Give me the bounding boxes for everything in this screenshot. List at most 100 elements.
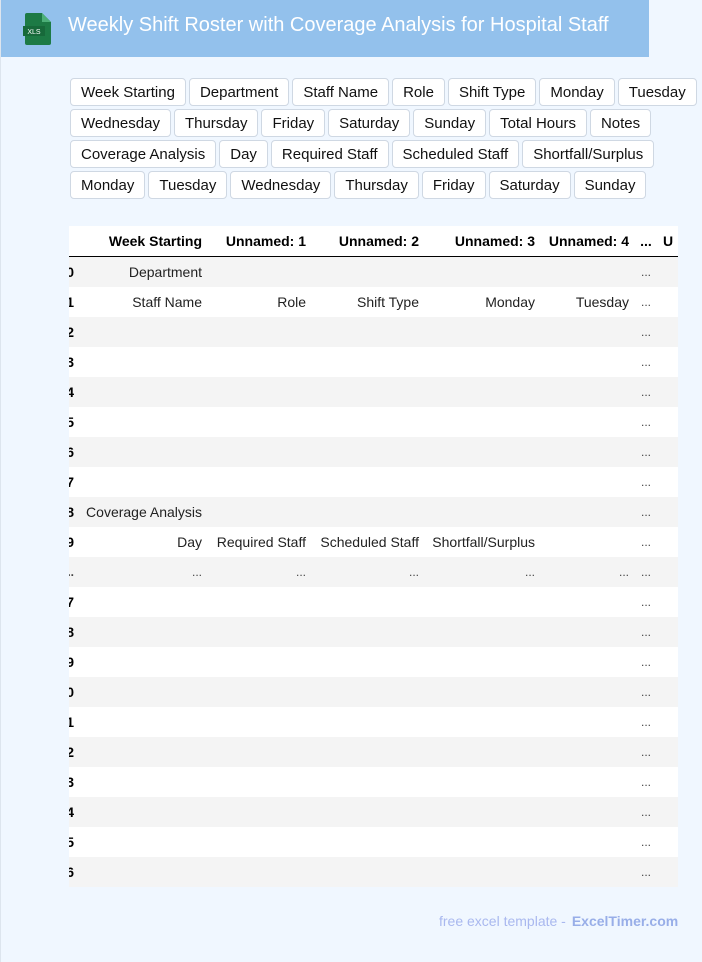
- column-header: Unnamed: 3: [423, 226, 539, 257]
- row-index: 8: [69, 497, 76, 527]
- table-cell: ...: [633, 587, 659, 617]
- footer-brand-link[interactable]: ExcelTimer.com: [572, 913, 678, 929]
- row-index: 19: [69, 647, 76, 677]
- table-cell: ...: [633, 317, 659, 347]
- column-chip[interactable]: Wednesday: [70, 109, 171, 137]
- table-cell: [76, 737, 206, 767]
- table-cell: [206, 497, 310, 527]
- table-cell: [310, 677, 423, 707]
- table-cell: Required Staff: [206, 527, 310, 557]
- column-chip[interactable]: Day: [219, 140, 268, 168]
- table-row: 0Department...: [69, 256, 678, 287]
- table-row: 21...: [69, 707, 678, 737]
- table-cell: [76, 347, 206, 377]
- column-chip[interactable]: Week Starting: [70, 78, 186, 106]
- table-cell: [310, 737, 423, 767]
- column-chip[interactable]: Role: [392, 78, 445, 106]
- table-cell: [539, 256, 633, 287]
- table-cell: [659, 647, 678, 677]
- table-cell: [423, 797, 539, 827]
- table-cell: [76, 617, 206, 647]
- column-chip[interactable]: Total Hours: [489, 109, 587, 137]
- table-cell: [539, 737, 633, 767]
- table-cell: [539, 617, 633, 647]
- table-cell: [206, 677, 310, 707]
- column-chip[interactable]: Friday: [261, 109, 326, 137]
- table-cell: [423, 827, 539, 857]
- table-cell: ...: [633, 677, 659, 707]
- table-cell: [423, 767, 539, 797]
- data-table-container[interactable]: Week Starting Unnamed: 1 Unnamed: 2 Unnamed…: [69, 226, 678, 888]
- table-cell: [423, 347, 539, 377]
- table-cell: [539, 527, 633, 557]
- table-cell: [310, 857, 423, 887]
- table-cell: [76, 827, 206, 857]
- table-cell: ...: [633, 287, 659, 317]
- table-cell: [206, 377, 310, 407]
- table-cell: ...: [76, 557, 206, 587]
- column-chip[interactable]: Notes: [589, 109, 652, 137]
- table-cell: Day: [76, 527, 206, 557]
- column-chip[interactable]: Monday: [70, 171, 146, 199]
- table-cell: [76, 587, 206, 617]
- column-chip[interactable]: Thursday: [173, 109, 259, 137]
- xls-file-icon: XLS: [23, 13, 51, 45]
- table-cell: ...: [633, 527, 659, 557]
- table-row: 5...: [69, 407, 678, 437]
- row-index: 9: [69, 527, 76, 557]
- row-index: 1: [69, 287, 76, 317]
- column-chip[interactable]: Shortfall/Surplus: [522, 140, 655, 168]
- table-cell: [659, 677, 678, 707]
- table-cell: Scheduled Staff: [310, 527, 423, 557]
- column-chip[interactable]: Wednesday: [230, 171, 332, 199]
- column-chip[interactable]: Monday: [539, 78, 615, 106]
- column-chip[interactable]: Tuesday: [148, 171, 228, 199]
- table-cell: Monday: [423, 287, 539, 317]
- column-chip[interactable]: Saturday: [488, 171, 571, 199]
- table-cell: [659, 317, 678, 347]
- table-row: 7...: [69, 467, 678, 497]
- column-chip[interactable]: Coverage Analysis: [70, 140, 217, 168]
- table-cell: ...: [633, 256, 659, 287]
- table-cell: Department: [76, 256, 206, 287]
- table-cell: [659, 437, 678, 467]
- column-chip[interactable]: Sunday: [413, 109, 487, 137]
- column-chip[interactable]: Saturday: [328, 109, 411, 137]
- table-cell: [539, 467, 633, 497]
- table-cell: ...: [633, 377, 659, 407]
- column-chip[interactable]: Staff Name: [292, 78, 390, 106]
- table-cell: [206, 617, 310, 647]
- table-cell: [310, 827, 423, 857]
- row-index: 25: [69, 827, 76, 857]
- table-cell: [659, 497, 678, 527]
- table-cell: [310, 467, 423, 497]
- table-cell: ...: [633, 617, 659, 647]
- column-chip[interactable]: Department: [188, 78, 290, 106]
- table-cell: [539, 497, 633, 527]
- table-cell: [423, 256, 539, 287]
- table-cell: [206, 827, 310, 857]
- table-row: 8 Coverage Analysis...: [69, 497, 678, 527]
- table-row: 6...: [69, 437, 678, 467]
- column-chip[interactable]: Friday: [421, 171, 486, 199]
- table-cell: [310, 767, 423, 797]
- column-chip[interactable]: Shift Type: [447, 78, 537, 106]
- table-cell: [539, 827, 633, 857]
- column-chip[interactable]: Required Staff: [270, 140, 389, 168]
- table-row: 25...: [69, 827, 678, 857]
- row-index: 17: [69, 587, 76, 617]
- column-chip[interactable]: Scheduled Staff: [391, 140, 520, 168]
- table-cell: [206, 437, 310, 467]
- table-cell: ...: [633, 647, 659, 677]
- table-cell: Tuesday: [539, 287, 633, 317]
- row-index: 22: [69, 737, 76, 767]
- table-cell: [539, 347, 633, 377]
- column-chip[interactable]: Tuesday: [617, 78, 697, 106]
- column-chip[interactable]: Sunday: [573, 171, 647, 199]
- table-cell: [539, 377, 633, 407]
- table-row: 20...: [69, 677, 678, 707]
- table-cell: ...: [633, 767, 659, 797]
- row-index: 23: [69, 767, 76, 797]
- table-cell: [76, 377, 206, 407]
- column-chip[interactable]: Thursday: [334, 171, 419, 199]
